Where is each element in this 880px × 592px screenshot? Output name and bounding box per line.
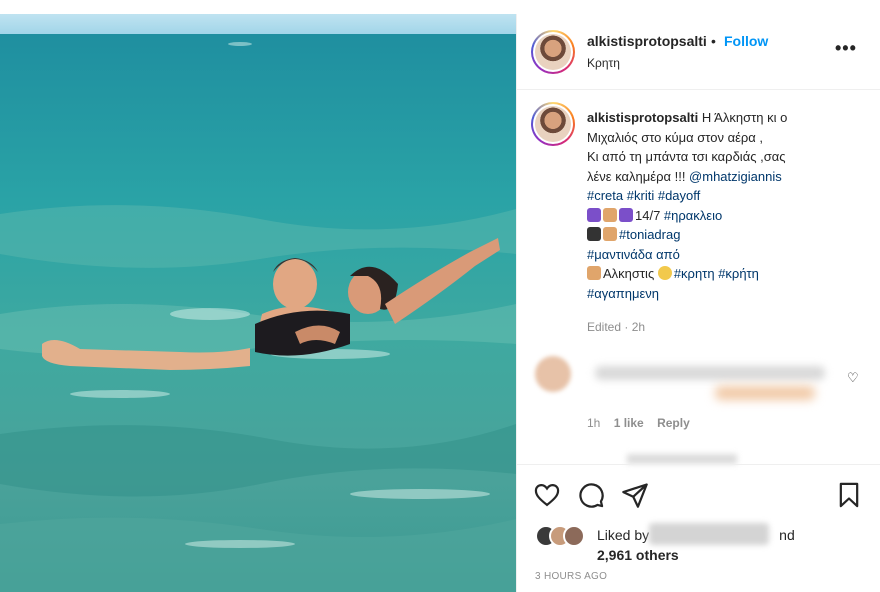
author-username[interactable]: alkistisprotopsalti bbox=[587, 33, 707, 49]
blurred-comment-text bbox=[595, 366, 825, 380]
comment-like-heart-icon[interactable]: ♡ bbox=[847, 370, 859, 386]
post-actions-bar: Liked by nd 2,961 others 3 HOURS AGO bbox=[517, 464, 880, 592]
hashtag-kriti[interactable]: #kriti bbox=[627, 188, 654, 203]
music-notes-emoji-icon bbox=[587, 207, 601, 222]
comment-time: 1h bbox=[587, 416, 601, 430]
briefcase-emoji-icon bbox=[587, 227, 601, 241]
comment-meta: 1h 1 like Reply bbox=[587, 416, 700, 430]
post-photo[interactable] bbox=[0, 14, 516, 592]
hashtag-mantinada[interactable]: #μαντινάδα από bbox=[587, 247, 680, 262]
hashtag-toniadrag[interactable]: #toniadrag bbox=[619, 227, 680, 242]
view-replies-faded bbox=[627, 454, 737, 464]
hashtag-dayoff[interactable]: #dayoff bbox=[658, 188, 700, 203]
caption-text-1: Η Άλκηστη κι ο bbox=[701, 110, 788, 125]
liker-avatars[interactable] bbox=[535, 525, 595, 547]
liked-and-label: nd bbox=[779, 527, 795, 543]
comment-item: ♡ bbox=[535, 356, 875, 416]
more-options-icon[interactable]: ••• bbox=[835, 38, 857, 59]
comment-bubble-icon[interactable] bbox=[577, 481, 605, 509]
caption-text-4: λένε καλημέρα !!! bbox=[587, 168, 690, 184]
post-side-panel: alkistisprotopsalti • Follow Κρητη ••• a… bbox=[516, 14, 880, 592]
hashtag-agapimeni[interactable]: #αγαπημενη bbox=[587, 286, 659, 301]
hashtag-heraklion[interactable]: #ηρακλειο bbox=[664, 208, 722, 223]
caption-name: Αλκηστις bbox=[603, 266, 658, 281]
comment-reply-button[interactable]: Reply bbox=[657, 416, 690, 430]
like-heart-icon[interactable] bbox=[533, 481, 561, 509]
caption-date: 14/7 bbox=[635, 207, 664, 223]
caption-username[interactable]: alkistisprotopsalti bbox=[587, 110, 698, 125]
liker-avatar bbox=[563, 525, 585, 547]
likes-count[interactable]: 2,961 others bbox=[597, 547, 679, 563]
caption-text-2: Μιχαλιός στο κύμα στον αέρα , bbox=[587, 129, 764, 145]
post-header: alkistisprotopsalti • Follow Κρητη ••• bbox=[517, 14, 880, 90]
hashtag-creta[interactable]: #creta bbox=[587, 188, 623, 203]
commenter-avatar[interactable] bbox=[535, 356, 571, 392]
blurred-comment-text bbox=[715, 386, 815, 400]
save-bookmark-icon[interactable] bbox=[835, 481, 863, 509]
window-top-strip bbox=[0, 0, 516, 14]
hashtag-kriti-gr[interactable]: #κρητη bbox=[674, 266, 715, 281]
edited-timestamp: Edited · 2h bbox=[587, 320, 646, 334]
post-timestamp[interactable]: 3 HOURS AGO bbox=[535, 571, 607, 582]
hashtag-kriti-accent[interactable]: #κρήτη bbox=[718, 266, 759, 281]
sea-photo-image bbox=[0, 14, 516, 592]
share-send-icon[interactable] bbox=[621, 481, 649, 509]
post-caption: alkistisprotopsalti Η Άλκηστη κι ο Μιχαλ… bbox=[587, 108, 837, 303]
music-notes-emoji-icon bbox=[619, 207, 633, 222]
author-avatar[interactable] bbox=[531, 30, 575, 74]
caption-author-avatar[interactable] bbox=[531, 102, 575, 146]
pointing-hand-emoji-icon bbox=[587, 266, 601, 280]
blurred-liker-name bbox=[649, 523, 769, 545]
pointing-hand-emoji-icon bbox=[603, 207, 617, 222]
pointing-hand-emoji-icon bbox=[603, 227, 617, 241]
smiley-emoji-icon bbox=[657, 266, 672, 280]
caption-text-3: Κι από τη μπάντα τσι καρδιάς ,σας bbox=[587, 149, 786, 164]
comment-likes[interactable]: 1 like bbox=[614, 416, 644, 430]
liked-by-label: Liked by bbox=[597, 527, 650, 543]
mention-link[interactable]: @mhatzigiannis bbox=[689, 169, 782, 184]
separator-dot: • bbox=[711, 33, 716, 49]
location-link[interactable]: Κρητη bbox=[587, 56, 620, 70]
follow-button[interactable]: Follow bbox=[724, 33, 768, 49]
instagram-post-window: alkistisprotopsalti • Follow Κρητη ••• a… bbox=[0, 0, 880, 592]
